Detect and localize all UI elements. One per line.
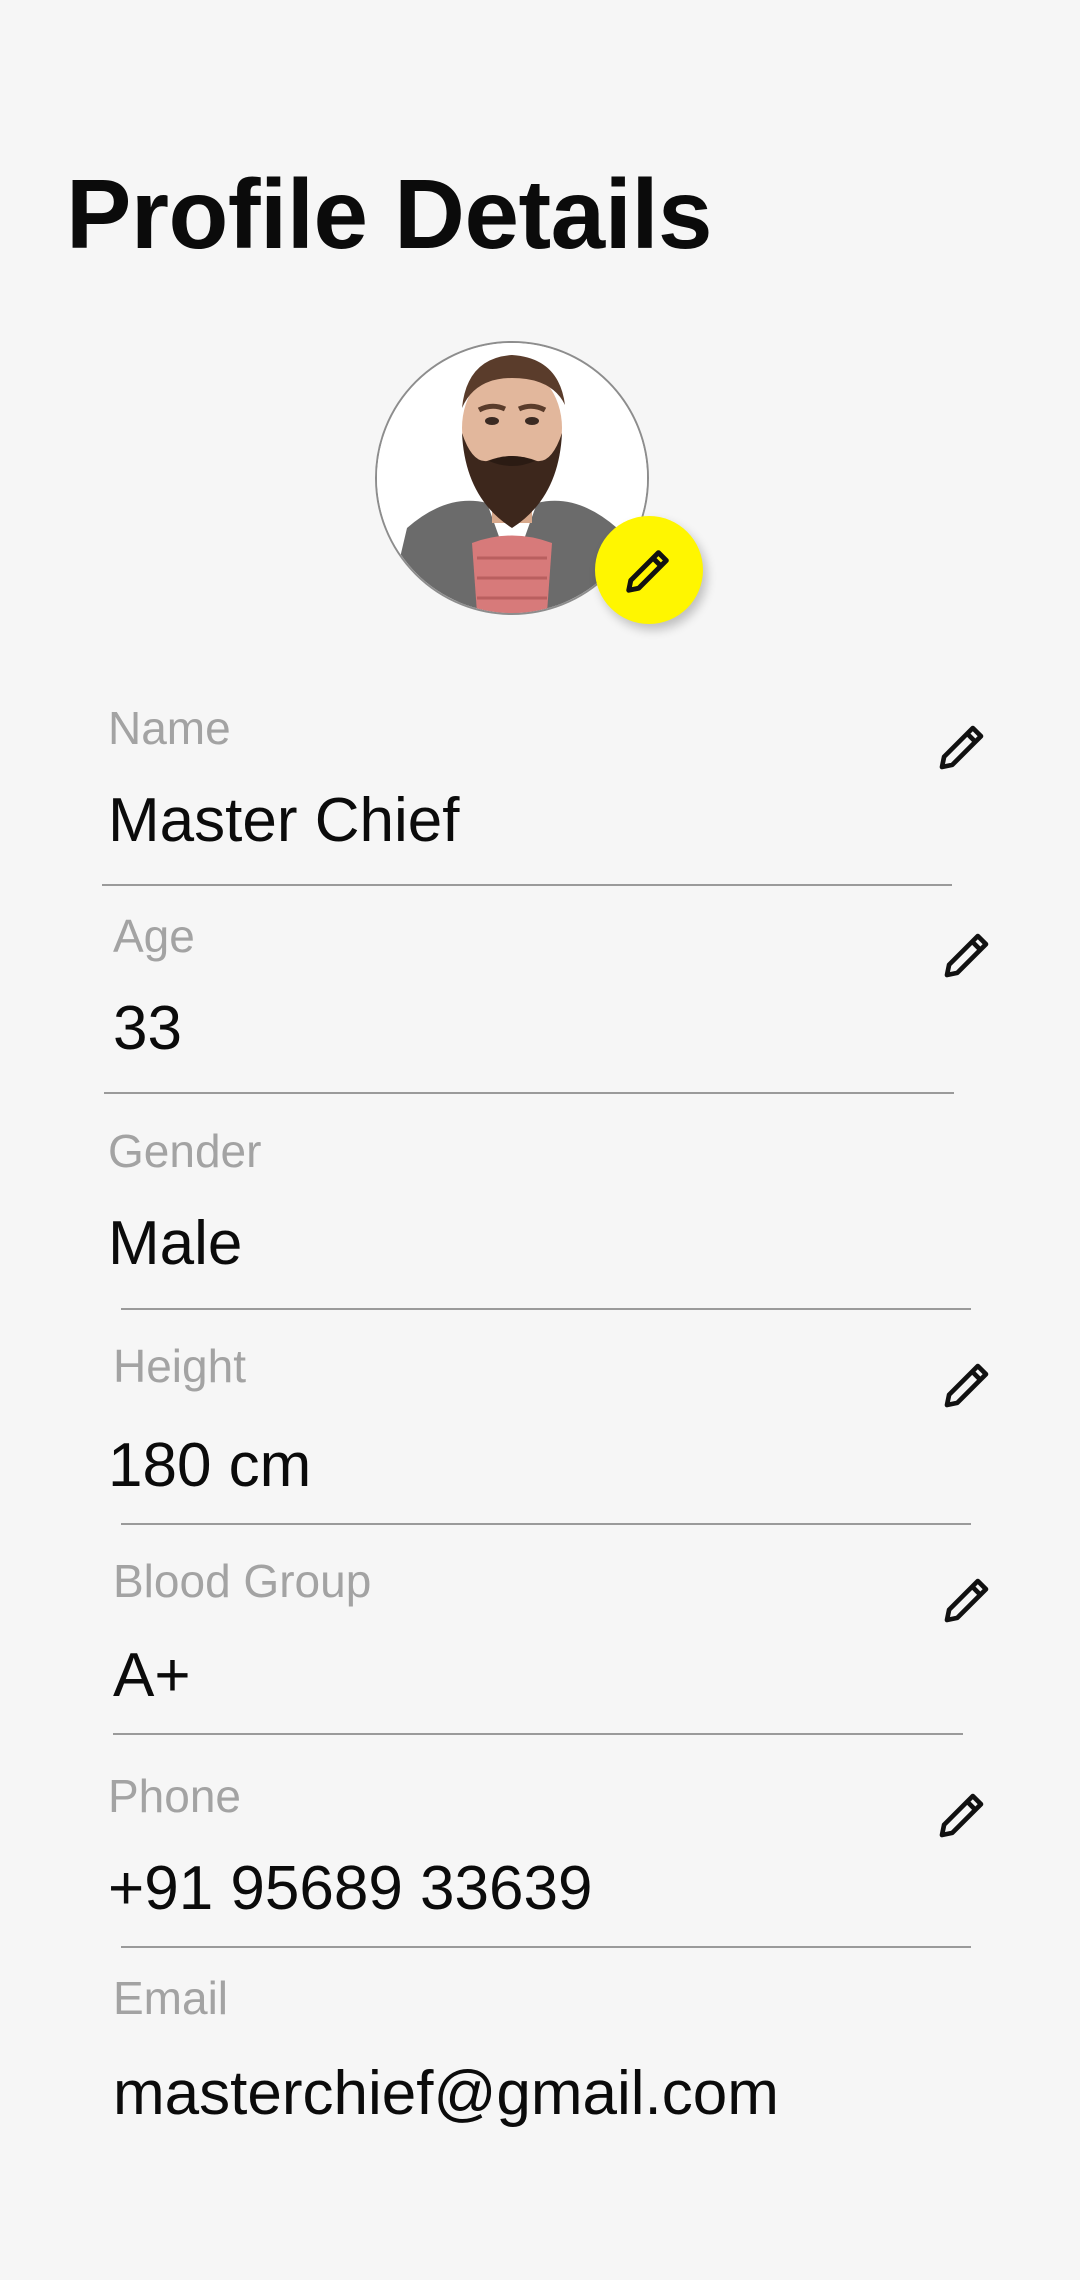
age-divider: [104, 1092, 954, 1094]
pencil-icon[interactable]: [940, 926, 996, 982]
height-value[interactable]: 180 cm: [108, 1435, 311, 1497]
name-value[interactable]: Master Chief: [108, 790, 459, 852]
gender-value: Male: [108, 1209, 243, 1278]
height-divider: [121, 1523, 971, 1525]
height-label: Height: [113, 1340, 246, 1392]
pencil-icon[interactable]: [940, 1356, 996, 1412]
age-label: Age: [113, 910, 195, 962]
pencil-icon[interactable]: [935, 718, 991, 774]
avatar-edit-button[interactable]: [595, 516, 703, 624]
name-label: Name: [108, 702, 231, 754]
phone-value[interactable]: +91 95689 33639: [108, 1858, 592, 1920]
gender-label: Gender: [108, 1125, 262, 1177]
blood-group-divider: [113, 1733, 963, 1735]
blood-group-value[interactable]: A+: [113, 1645, 191, 1707]
pencil-icon[interactable]: [940, 1571, 996, 1627]
name-divider: [102, 884, 952, 886]
email-value: masterchief@gmail.com: [113, 2059, 779, 2128]
gender-divider: [121, 1308, 971, 1310]
blood-group-label: Blood Group: [113, 1555, 372, 1607]
phone-label: Phone: [108, 1770, 242, 1822]
page-title: Profile Details: [66, 159, 713, 269]
age-value[interactable]: 33: [113, 998, 182, 1060]
email-label: Email: [113, 1972, 229, 2024]
phone-divider: [121, 1946, 971, 1948]
avatar-container: [375, 341, 703, 624]
pencil-icon[interactable]: [935, 1786, 991, 1842]
pencil-icon: [626, 550, 669, 593]
